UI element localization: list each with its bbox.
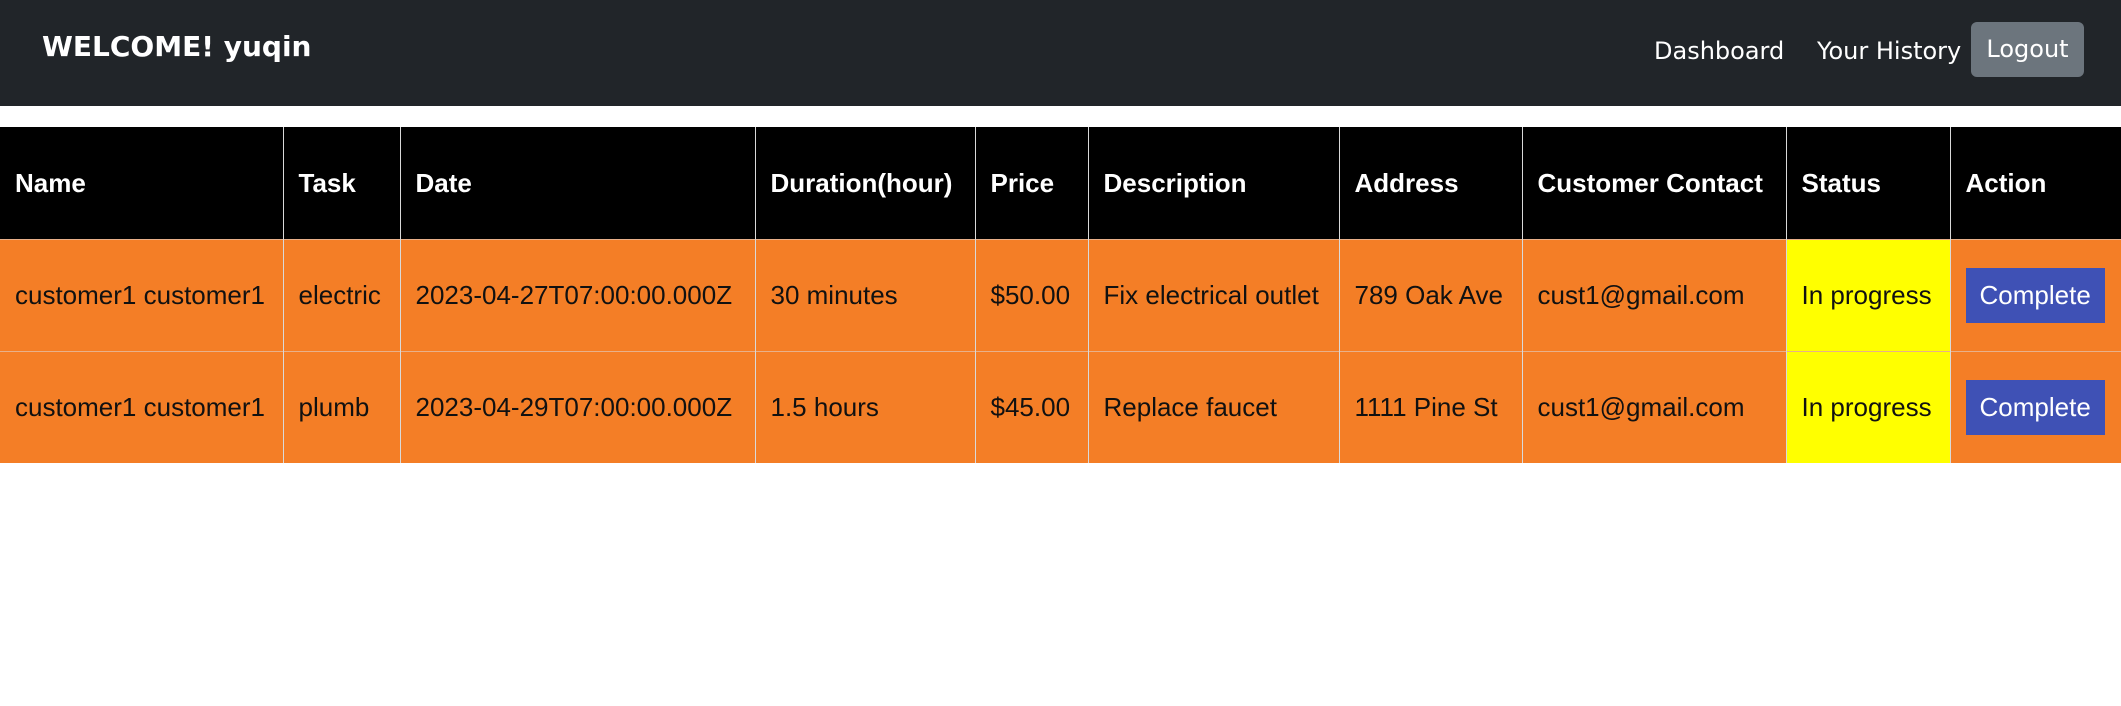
complete-button[interactable]: Complete [1965, 379, 2105, 435]
cell-name: customer1 customer1 [0, 350, 284, 463]
nav-link-dashboard[interactable]: Dashboard [1654, 30, 1784, 72]
welcome-brand: WELCOME! yuqin [42, 30, 312, 63]
column-header-customer-contact: Customer Contact [1522, 127, 1787, 239]
cell-status: In progress [1786, 238, 1951, 351]
cell-description: Fix electrical outlet [1088, 238, 1340, 351]
cell-duration: 1.5 hours [755, 350, 976, 463]
cell-address: 789 Oak Ave [1339, 238, 1523, 351]
logout-button[interactable]: Logout [1971, 22, 2084, 77]
cell-date: 2023-04-27T07:00:00.000Z [400, 238, 756, 351]
table-header: Name Task Date Duration(hour) Price Desc… [0, 127, 2121, 239]
nav-link-your-history[interactable]: Your History [1817, 30, 1961, 72]
table-header-row: Name Task Date Duration(hour) Price Desc… [0, 127, 2121, 239]
cell-price: $50.00 [975, 238, 1089, 351]
cell-status: In progress [1786, 350, 1951, 463]
cell-date: 2023-04-29T07:00:00.000Z [400, 350, 756, 463]
cell-name: customer1 customer1 [0, 238, 284, 351]
column-header-action: Action [1950, 127, 2121, 239]
column-header-task: Task [283, 127, 401, 239]
cell-duration: 30 minutes [755, 238, 976, 351]
column-header-price: Price [975, 127, 1089, 239]
column-header-name: Name [0, 127, 284, 239]
column-header-duration: Duration(hour) [755, 127, 976, 239]
cell-task: plumb [283, 350, 401, 463]
table-row: customer1 customer1 plumb 2023-04-29T07:… [0, 350, 2121, 463]
table-row: customer1 customer1 electric 2023-04-27T… [0, 238, 2121, 351]
table-body: customer1 customer1 electric 2023-04-27T… [0, 238, 2121, 463]
column-header-date: Date [400, 127, 756, 239]
cell-address: 1111 Pine St [1339, 350, 1523, 463]
cell-customer-contact: cust1@gmail.com [1522, 350, 1787, 463]
cell-action: Complete [1950, 350, 2121, 463]
column-header-status: Status [1786, 127, 1951, 239]
cell-description: Replace faucet [1088, 350, 1340, 463]
column-header-address: Address [1339, 127, 1523, 239]
cell-task: electric [283, 238, 401, 351]
cell-customer-contact: cust1@gmail.com [1522, 238, 1787, 351]
navbar: WELCOME! yuqin Dashboard Your History Lo… [0, 0, 2121, 106]
cell-action: Complete [1950, 238, 2121, 351]
tasks-table: Name Task Date Duration(hour) Price Desc… [0, 127, 2121, 463]
column-header-description: Description [1088, 127, 1340, 239]
cell-price: $45.00 [975, 350, 1089, 463]
complete-button[interactable]: Complete [1965, 267, 2105, 323]
